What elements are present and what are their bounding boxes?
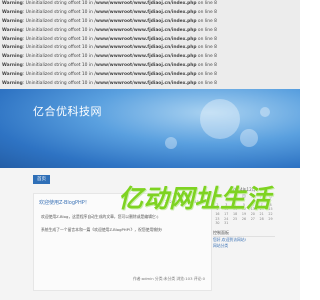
post-body-line: 系统生成了一个留言本和一篇《欢迎使用Z-BlogPHP!》，祝您使用愉快! — [41, 227, 163, 232]
post-meta: 作者:admin 分类:未分类 浏览:103 评论:0 — [132, 276, 205, 281]
php-warning-line: Warning: Uninitialized string offset 10 … — [0, 80, 300, 89]
warning-path: /www/wwwroot/www.fjdiaoj.cn/index.php — [94, 18, 197, 24]
warning-path: /www/wwwroot/www.fjdiaoj.cn/index.php — [94, 36, 197, 42]
post-title-link[interactable]: 欢迎使用Z-BlogPHP！ — [39, 199, 90, 206]
calendar-day — [257, 221, 266, 226]
warning-text: : Uninitialized string offset 10 in — [22, 45, 95, 51]
php-warning-line: Warning: Uninitialized string offset 10 … — [0, 27, 300, 36]
calendar-day — [240, 221, 249, 226]
php-warning-line: Warning: Uninitialized string offset 10 … — [0, 36, 300, 45]
warning-tail: on line 8 — [196, 9, 217, 15]
warning-path: /www/wwwroot/www.fjdiaoj.cn/index.php — [94, 81, 197, 87]
php-warning-line: Warning: Uninitialized string offset 10 … — [0, 18, 300, 27]
warning-text: : Uninitialized string offset 10 in — [22, 9, 95, 15]
warning-label: Warning — [2, 54, 23, 60]
php-warning-line: Warning: Uninitialized string offset 10 … — [0, 53, 300, 62]
warning-text: : Uninitialized string offset 10 in — [22, 18, 95, 24]
warning-path: /www/wwwroot/www.fjdiaoj.cn/index.php — [94, 63, 197, 69]
warning-path: /www/wwwroot/www.fjdiaoj.cn/index.php — [94, 54, 197, 60]
warning-text: : Uninitialized string offset 10 in — [22, 1, 95, 6]
warning-path: /www/wwwroot/www.fjdiaoj.cn/index.php — [94, 72, 197, 78]
warning-label: Warning — [2, 63, 23, 69]
php-warning-line: Warning: Uninitialized string offset 10 … — [0, 9, 300, 18]
warning-label: Warning — [2, 9, 23, 15]
warning-tail: on line 8 — [196, 27, 217, 33]
warning-tail: on line 8 — [196, 1, 217, 6]
watermark-logo: 亿动网址生活 — [118, 184, 272, 213]
warning-tail: on line 8 — [196, 81, 217, 87]
calendar-day — [248, 221, 257, 226]
php-warning-line: Warning: Uninitialized string offset 10 … — [0, 71, 300, 80]
php-warning-line: Warning: Uninitialized string offset 10 … — [0, 62, 300, 71]
php-warning-line: Warning: Uninitialized string offset 10 … — [0, 0, 300, 9]
warning-text: : Uninitialized string offset 10 in — [22, 36, 95, 42]
warning-tail: on line 8 — [196, 63, 217, 69]
php-warning-list: Warning: Uninitialized string offset 10 … — [0, 0, 300, 89]
nav-home-button[interactable]: 首页 — [33, 175, 50, 184]
warning-path: /www/wwwroot/www.fjdiaoj.cn/index.php — [94, 45, 197, 51]
warning-text: : Uninitialized string offset 10 in — [22, 54, 95, 60]
warning-text: : Uninitialized string offset 10 in — [22, 81, 95, 87]
calendar-day — [231, 221, 240, 226]
sidebar-item[interactable]: 网站分类 — [213, 243, 275, 249]
warning-text: : Uninitialized string offset 10 in — [22, 27, 95, 33]
warning-label: Warning — [2, 18, 23, 24]
warning-tail: on line 8 — [196, 54, 217, 60]
warning-label: Warning — [2, 27, 23, 33]
warning-label: Warning — [2, 45, 23, 51]
calendar-day — [266, 221, 275, 226]
warning-text: : Uninitialized string offset 10 in — [22, 72, 95, 78]
warning-label: Warning — [2, 1, 23, 6]
warning-tail: on line 8 — [196, 36, 217, 42]
warning-text: : Uninitialized string offset 10 in — [22, 63, 95, 69]
site-title[interactable]: 亿合优科技网 — [33, 103, 102, 119]
warning-label: Warning — [2, 36, 23, 42]
site-banner: 亿合优科技网 — [0, 89, 300, 168]
warning-label: Warning — [2, 81, 23, 87]
warning-label: Warning — [2, 72, 23, 78]
warning-path: /www/wwwroot/www.fjdiaoj.cn/index.php — [94, 9, 197, 15]
sidebar-section-title: 控制面板 — [213, 230, 275, 237]
warning-tail: on line 8 — [196, 45, 217, 51]
warning-tail: on line 8 — [196, 18, 217, 24]
warning-tail: on line 8 — [196, 72, 217, 78]
calendar-day: 30 — [215, 221, 220, 226]
warning-path: /www/wwwroot/www.fjdiaoj.cn/index.php — [94, 27, 197, 33]
php-warning-line: Warning: Uninitialized string offset 10 … — [0, 44, 300, 53]
warning-path: /www/wwwroot/www.fjdiaoj.cn/index.php — [94, 1, 197, 6]
calendar-day: 31 — [224, 221, 229, 226]
